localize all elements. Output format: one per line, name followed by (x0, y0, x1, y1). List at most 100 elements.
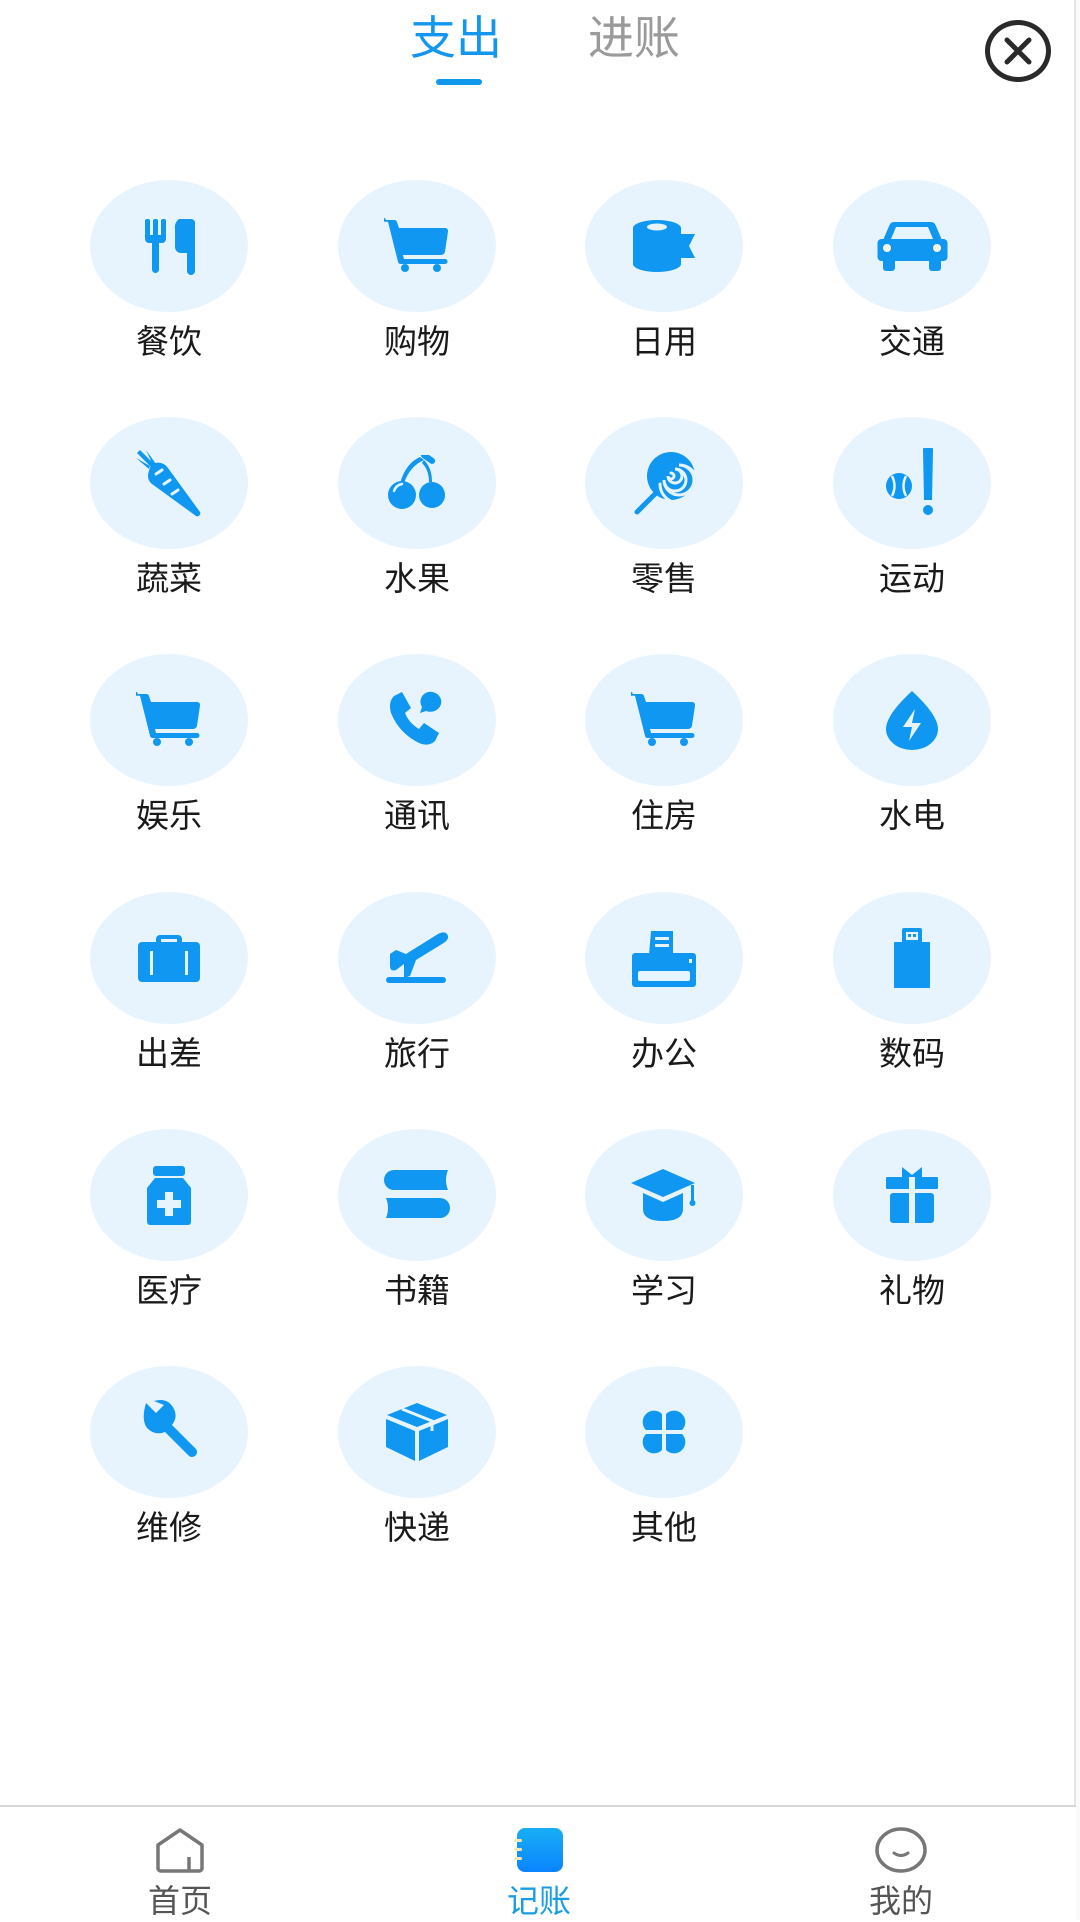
gift-icon (886, 1167, 938, 1223)
icon-bubble (585, 180, 743, 312)
shopping-cart-icon (384, 218, 449, 272)
category-grid: 餐饮 购物 日用 交通 蔬菜 水果 零售 运动 娱乐 通讯 住房 水电 出差 旅… (0, 0, 1080, 1800)
icon-bubble (90, 654, 248, 786)
carrot-icon (136, 450, 201, 517)
category-item-sports[interactable]: 运动 (812, 417, 1012, 627)
icon-bubble (585, 892, 743, 1024)
icon-bubble (833, 417, 991, 549)
category-label: 出差 (136, 1034, 202, 1073)
smile-face-icon (875, 1827, 927, 1873)
category-item-travel[interactable]: 旅行 (317, 892, 517, 1102)
icon-bubble (833, 654, 991, 786)
category-item-vegetables[interactable]: 蔬菜 (69, 417, 269, 627)
category-label: 娱乐 (136, 796, 202, 835)
nav-label: 我的 (868, 1882, 933, 1920)
category-item-delivery[interactable]: 快递 (317, 1366, 517, 1576)
category-item-transport[interactable]: 交通 (812, 180, 1012, 390)
category-item-digital[interactable]: 数码 (812, 892, 1012, 1102)
category-item-dining[interactable]: 餐饮 (69, 180, 269, 390)
category-item-gifts[interactable]: 礼物 (812, 1129, 1012, 1339)
category-label: 医疗 (136, 1271, 202, 1310)
category-label: 快递 (384, 1508, 450, 1547)
icon-bubble (833, 892, 991, 1024)
category-item-daily-use[interactable]: 日用 (564, 180, 764, 390)
category-item-telecom[interactable]: 通讯 (317, 654, 517, 864)
category-item-retail[interactable]: 零售 (564, 417, 764, 627)
nav-label: 记账 (506, 1882, 571, 1920)
phone-call-icon (390, 691, 442, 745)
icon-bubble (833, 1129, 991, 1261)
icon-bubble (585, 654, 743, 786)
package-box-icon (386, 1403, 448, 1461)
icon-bubble (90, 1366, 248, 1498)
category-item-books[interactable]: 书籍 (317, 1129, 517, 1339)
utensils-icon (145, 219, 195, 275)
category-label: 水电 (879, 796, 945, 835)
plane-takeoff-icon (386, 932, 449, 983)
category-label: 运动 (879, 559, 945, 598)
notebook-icon (514, 1828, 563, 1872)
lollipop-icon (634, 452, 697, 515)
icon-bubble (585, 1366, 743, 1498)
category-label: 水果 (384, 559, 450, 598)
category-label: 餐饮 (136, 322, 202, 361)
shopping-cart-icon (631, 692, 696, 746)
icon-bubble (833, 180, 991, 312)
category-label: 购物 (384, 322, 450, 361)
category-item-medical[interactable]: 医疗 (69, 1129, 269, 1339)
category-label: 办公 (631, 1034, 697, 1073)
category-item-utilities[interactable]: 水电 (812, 654, 1012, 864)
category-item-other[interactable]: 其他 (564, 1366, 764, 1576)
icon-bubble (338, 180, 496, 312)
category-item-study[interactable]: 学习 (564, 1129, 764, 1339)
tissue-roll-icon (633, 220, 695, 272)
icon-bubble (90, 417, 248, 549)
nav-item-mine[interactable]: 我的 (801, 1807, 1001, 1922)
icon-bubble (338, 1366, 496, 1498)
category-label: 其他 (631, 1508, 697, 1547)
icon-bubble (585, 417, 743, 549)
bottom-nav: 首页 记账 我的 (0, 1805, 1076, 1922)
printer-icon (632, 931, 696, 987)
wrench-icon (143, 1400, 197, 1457)
category-label: 交通 (879, 322, 945, 361)
category-item-entertainment[interactable]: 娱乐 (69, 654, 269, 864)
home-icon (156, 1828, 204, 1873)
category-label: 蔬菜 (136, 559, 202, 598)
four-leaf-grid-icon (642, 1410, 686, 1454)
category-label: 零售 (631, 559, 697, 598)
category-label: 书籍 (384, 1271, 450, 1310)
category-label: 日用 (631, 322, 697, 361)
category-label: 维修 (136, 1508, 202, 1547)
icon-bubble (90, 1129, 248, 1261)
nav-item-home[interactable]: 首页 (80, 1807, 280, 1922)
icon-bubble (90, 892, 248, 1024)
car-icon (877, 222, 948, 271)
water-electric-drop-icon (886, 691, 938, 750)
icon-bubble (585, 1129, 743, 1261)
category-item-shopping[interactable]: 购物 (317, 180, 517, 390)
icon-bubble (338, 654, 496, 786)
category-label: 学习 (631, 1271, 697, 1310)
suitcase-icon (138, 935, 200, 982)
category-item-fruit[interactable]: 水果 (317, 417, 517, 627)
icon-bubble (90, 180, 248, 312)
usb-drive-icon (894, 928, 930, 988)
graduation-cap-icon (631, 1169, 696, 1221)
category-item-housing[interactable]: 住房 (564, 654, 764, 864)
category-label: 数码 (879, 1034, 945, 1073)
category-label: 旅行 (384, 1034, 450, 1073)
category-label: 住房 (631, 796, 697, 835)
category-item-repair[interactable]: 维修 (69, 1366, 269, 1576)
category-item-business-trip[interactable]: 出差 (69, 892, 269, 1102)
cherry-icon (388, 455, 445, 509)
category-label: 礼物 (879, 1271, 945, 1310)
nav-item-bookkeeping[interactable]: 记账 (439, 1807, 639, 1922)
category-item-office[interactable]: 办公 (564, 892, 764, 1102)
category-label: 通讯 (384, 796, 450, 835)
icon-bubble (338, 892, 496, 1024)
shopping-cart-icon (136, 692, 201, 746)
nav-label: 首页 (147, 1882, 212, 1920)
baseball-bat-icon (886, 448, 933, 515)
icon-bubble (338, 417, 496, 549)
